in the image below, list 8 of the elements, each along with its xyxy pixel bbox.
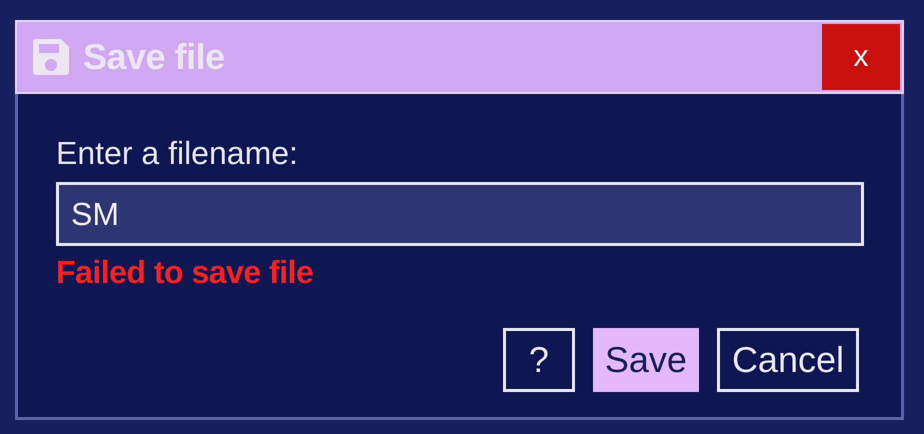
filename-field[interactable]: SM	[56, 182, 864, 246]
dialog-button[interactable]: Cancel	[716, 328, 859, 392]
close-button[interactable]: x	[822, 24, 900, 90]
window-title: Save file	[83, 36, 226, 78]
dialog-button[interactable]: Save	[592, 328, 699, 392]
dialog-button[interactable]: ?	[502, 328, 575, 392]
prompt-label: Enter a filename:	[56, 134, 299, 172]
error-message: Failed to save file	[56, 253, 314, 292]
